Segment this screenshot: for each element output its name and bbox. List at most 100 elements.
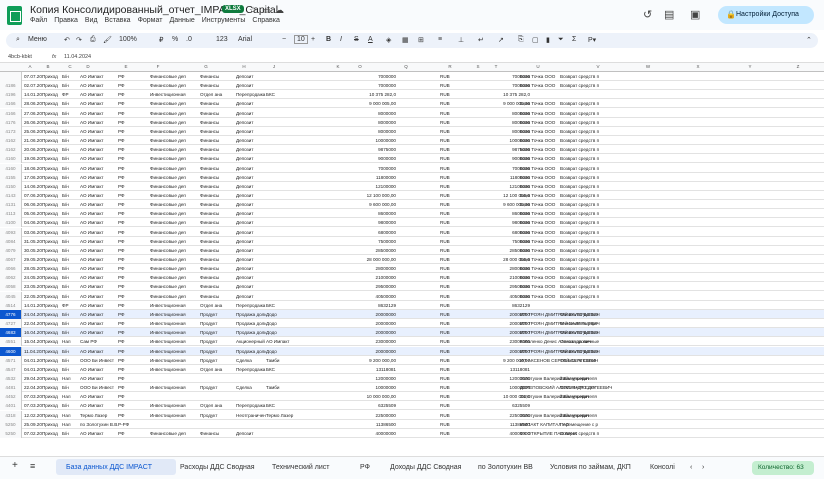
table-cell[interactable]: Депозит <box>236 83 266 88</box>
table-cell[interactable]: 07.06.2024 <box>24 193 42 198</box>
table-cell[interactable]: Финансовые деп <box>150 275 198 280</box>
row-number[interactable]: 4401 <box>0 401 22 411</box>
table-row[interactable]: 418602.07.2024ПриходБ/нАО ИмпактРФФинанс… <box>0 81 824 91</box>
column-header[interactable]: B <box>42 64 54 69</box>
table-cell[interactable]: РФ <box>118 266 148 271</box>
table-cell[interactable]: Приход <box>42 175 62 180</box>
table-cell[interactable]: Финансы <box>200 248 236 253</box>
redo-icon[interactable]: ↷ <box>76 36 82 44</box>
table-cell[interactable]: Финансовые деп <box>150 166 198 171</box>
column-header[interactable]: C <box>64 64 76 69</box>
table-cell[interactable]: Возврат средств п <box>560 138 640 143</box>
table-cell[interactable]: 8000000 <box>330 120 396 125</box>
table-cell[interactable]: АО Импакт <box>80 403 118 408</box>
table-cell[interactable]: Приход <box>42 166 62 171</box>
table-cell[interactable]: Перепродажа бумаг <box>236 403 266 408</box>
row-number[interactable]: 4160 <box>0 154 22 164</box>
table-cell[interactable]: Финансовые деп <box>150 184 198 189</box>
row-number[interactable]: 4045 <box>0 291 22 301</box>
collapse-toolbar-icon[interactable]: ⌃ <box>806 36 812 44</box>
table-cell[interactable]: RUB <box>440 349 470 354</box>
table-cell[interactable]: RUB <box>440 111 470 116</box>
table-cell[interactable]: RUB <box>440 330 470 335</box>
table-cell[interactable]: Возврат средств п <box>560 175 640 180</box>
table-cell[interactable]: Финансы <box>200 193 236 198</box>
table-cell[interactable]: Сам РФ <box>80 339 118 344</box>
table-cell[interactable]: Возврат средств п <box>560 248 640 253</box>
table-cell[interactable]: Б/н <box>62 184 80 189</box>
column-header[interactable]: H <box>238 64 250 69</box>
table-cell[interactable]: АО Импакт <box>80 349 118 354</box>
table-row[interactable]: 440107.03.2024ПриходБ/нАО ИмпактРФИнвест… <box>0 401 824 411</box>
table-cell[interactable]: Финансовые деп <box>150 266 198 271</box>
table-cell[interactable]: Приход <box>42 294 62 299</box>
table-cell[interactable]: Приход <box>42 303 62 308</box>
table-cell[interactable]: Б/н <box>62 312 80 317</box>
table-cell[interactable]: Инвестиционная <box>150 349 198 354</box>
table-cell[interactable]: Возврат средств п <box>560 202 640 207</box>
table-cell[interactable]: 22.05.2024 <box>24 294 42 299</box>
table-cell[interactable]: Нал <box>62 339 80 344</box>
table-cell[interactable]: АО Импакт <box>80 284 118 289</box>
row-number[interactable]: 4100 <box>0 218 22 228</box>
table-cell[interactable]: 10000000 <box>330 138 396 143</box>
table-cell[interactable]: Тамби <box>266 385 326 390</box>
table-cell[interactable]: АО Импакт <box>80 129 118 134</box>
table-cell[interactable]: 14.06.2024 <box>24 184 42 189</box>
share-button[interactable]: 🔒 Настройки Доступа <box>718 6 814 24</box>
table-cell[interactable]: Финансы <box>200 166 236 171</box>
table-cell[interactable]: 29500000 <box>330 284 396 289</box>
table-cell[interactable]: Возврат средств п <box>560 83 640 88</box>
table-cell[interactable]: РФ <box>118 312 148 317</box>
table-cell[interactable]: РФ <box>118 394 148 399</box>
column-header[interactable]: A <box>24 64 36 69</box>
table-cell[interactable]: Инвестиционная <box>150 339 198 344</box>
table-cell[interactable]: Финансы <box>200 220 236 225</box>
table-cell[interactable]: АО Импакт <box>80 239 118 244</box>
decrease-font-size-icon[interactable]: − <box>282 36 286 43</box>
table-cell[interactable]: РФ <box>118 138 148 143</box>
table-cell[interactable]: по Золотухин В.В. <box>80 422 118 427</box>
table-cell[interactable]: RUB <box>440 248 470 253</box>
table-cell[interactable]: RUB <box>440 184 470 189</box>
table-cell[interactable]: 07.03.2024 <box>24 394 42 399</box>
table-cell[interactable]: РФ <box>118 303 148 308</box>
row-number[interactable]: 4547 <box>0 364 22 374</box>
row-number[interactable]: 4571 <box>0 355 22 365</box>
table-cell[interactable]: Приход <box>42 83 62 88</box>
table-cell[interactable]: Б/н <box>62 230 80 235</box>
table-cell[interactable]: Финансы <box>200 211 236 216</box>
table-cell[interactable]: Возврат средств п <box>560 184 640 189</box>
table-cell[interactable]: Б/н <box>62 138 80 143</box>
tab-loans[interactable]: Условия по займам, ДКП <box>550 464 631 471</box>
table-cell[interactable]: RUB <box>440 403 470 408</box>
table-cell[interactable]: RUB <box>440 394 470 399</box>
row-number[interactable]: 4162 <box>0 136 22 146</box>
table-cell[interactable]: Финансовые деп <box>150 147 198 152</box>
table-cell[interactable]: АО Импакт <box>80 175 118 180</box>
table-cell[interactable]: Финансовые деп <box>150 193 198 198</box>
table-cell[interactable]: Инвестиционная <box>150 413 198 418</box>
table-cell[interactable]: РФ <box>118 220 148 225</box>
table-cell[interactable]: Возврат средств п <box>560 101 640 106</box>
table-cell[interactable]: Термо Лазер <box>80 413 118 418</box>
table-cell[interactable]: Приход <box>42 266 62 271</box>
table-cell[interactable]: Инвестиционная <box>150 92 198 97</box>
table-cell[interactable]: 9 000 005,00 <box>330 101 396 106</box>
table-cell[interactable]: Б/н <box>62 431 80 436</box>
table-cell[interactable]: Займ учредителя <box>560 413 640 418</box>
table-cell[interactable]: Приход <box>42 101 62 106</box>
table-cell[interactable]: Возврат средств п <box>560 166 640 171</box>
table-cell[interactable]: Приход <box>42 230 62 235</box>
table-cell[interactable]: Б/н <box>62 239 80 244</box>
table-row[interactable]: 457104.01.2025ПриходБ/нООО Би ИнвестРФИн… <box>0 355 824 365</box>
table-cell[interactable]: Депозит <box>236 166 266 171</box>
table-cell[interactable]: Р-РФ <box>118 422 148 427</box>
row-number[interactable]: 4162 <box>0 145 22 155</box>
table-cell[interactable]: Продукт <box>200 413 236 418</box>
zoom-select[interactable]: 100% <box>119 36 137 43</box>
table-cell[interactable]: Б/н <box>62 349 80 354</box>
table-cell[interactable]: RUB <box>440 83 470 88</box>
table-cell[interactable]: АО Импакт <box>80 275 118 280</box>
table-cell[interactable]: Депозит <box>236 266 266 271</box>
